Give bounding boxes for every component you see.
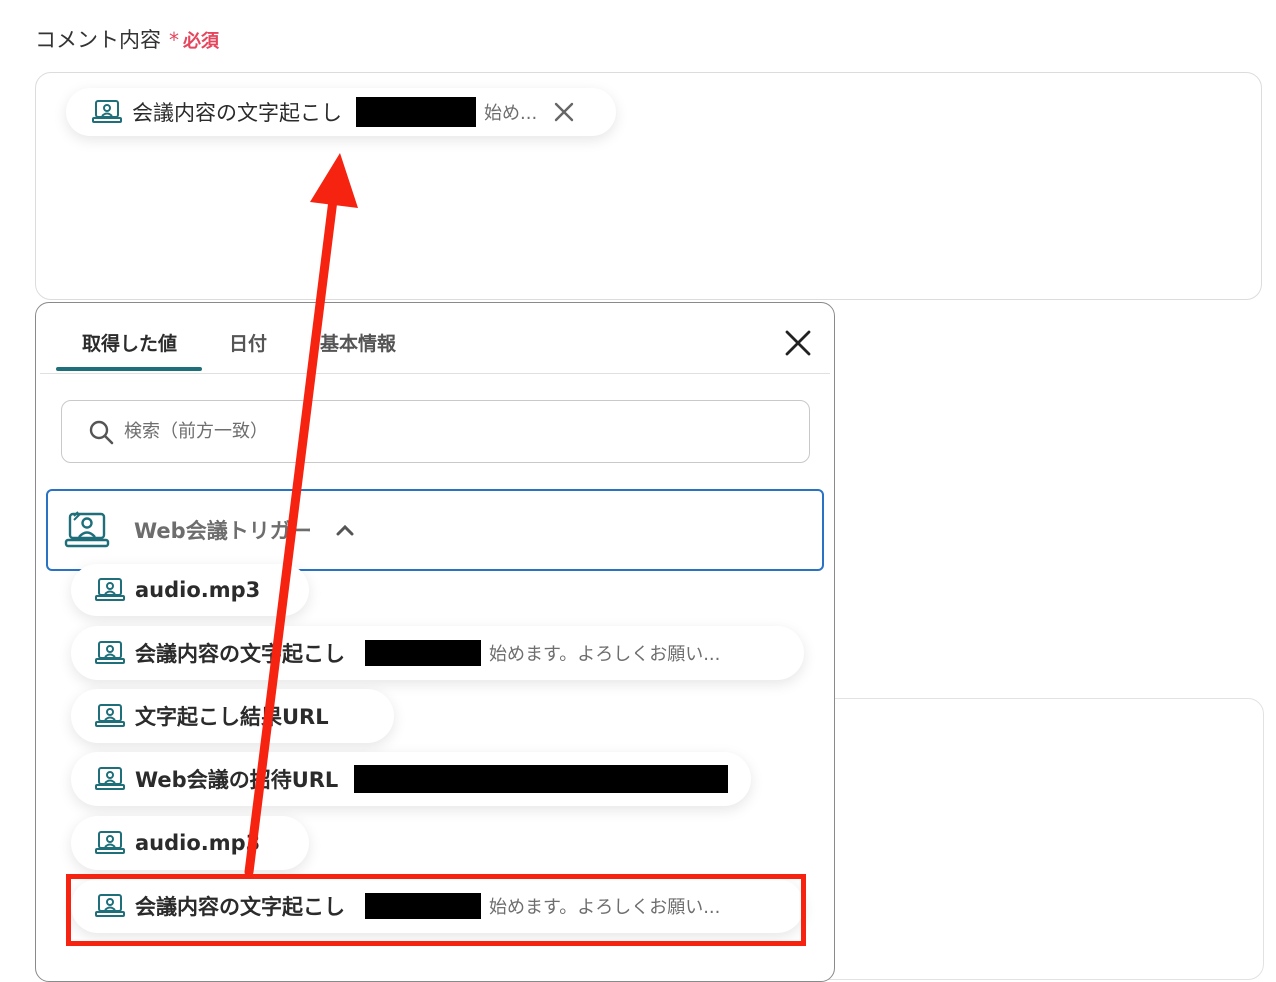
chip-preview: 始め... <box>484 103 538 124</box>
web-meeting-icon <box>95 641 125 664</box>
list-item-title: 会議内容の文字起こし <box>135 642 345 666</box>
annotation-highlight-box <box>66 874 806 946</box>
trigger-label: Web会議トリガー <box>134 519 312 543</box>
close-icon[interactable] <box>784 329 812 357</box>
list-item-preview: 始めます。よろしくお願い... <box>489 644 721 665</box>
chip-title: 会議内容の文字起こし <box>132 101 342 125</box>
chevron-up-icon[interactable] <box>336 523 354 537</box>
list-item-title: Web会議の招待URL <box>135 768 339 792</box>
list-item-invite-url[interactable]: Web会議の招待URL <box>71 752 751 806</box>
list-item-audio-1[interactable]: audio.mp3 <box>71 564 309 616</box>
list-item-title: audio.mp3 <box>135 831 261 855</box>
web-meeting-icon <box>64 511 110 548</box>
tab-date[interactable]: 日付 <box>229 329 267 373</box>
web-meeting-icon <box>95 831 125 854</box>
web-meeting-icon <box>95 704 125 727</box>
redacted-text <box>356 97 476 127</box>
web-meeting-icon <box>92 100 122 123</box>
field-label-text: コメント内容 <box>35 28 161 52</box>
list-item-transcript-url[interactable]: 文字起こし結果URL <box>71 689 394 743</box>
web-meeting-icon <box>95 767 125 790</box>
tab-divider <box>40 373 830 374</box>
background-field <box>800 698 1264 980</box>
comment-field-label: コメント内容 * 必須 <box>35 24 219 54</box>
active-tab-indicator <box>56 367 202 371</box>
required-asterisk: * <box>169 28 179 52</box>
list-item-title: 文字起こし結果URL <box>135 705 329 729</box>
close-icon[interactable] <box>553 101 575 123</box>
tab-basic-info[interactable]: 基本情報 <box>320 329 396 373</box>
web-meeting-trigger-group[interactable]: Web会議トリガー <box>46 489 824 571</box>
search-icon <box>89 420 114 444</box>
list-item-audio-2[interactable]: audio.mp3 <box>71 816 309 870</box>
search-input[interactable] <box>122 420 766 443</box>
redacted-text <box>354 765 729 793</box>
redacted-text <box>365 640 481 666</box>
list-item-title: audio.mp3 <box>135 578 261 602</box>
search-field[interactable] <box>61 400 810 463</box>
web-meeting-icon <box>95 578 125 601</box>
inserted-value-chip[interactable]: 会議内容の文字起こし 始め... <box>66 88 616 136</box>
list-item-transcript-1[interactable]: 会議内容の文字起こし 始めます。よろしくお願い... <box>71 626 804 680</box>
required-text: 必須 <box>183 31 219 52</box>
